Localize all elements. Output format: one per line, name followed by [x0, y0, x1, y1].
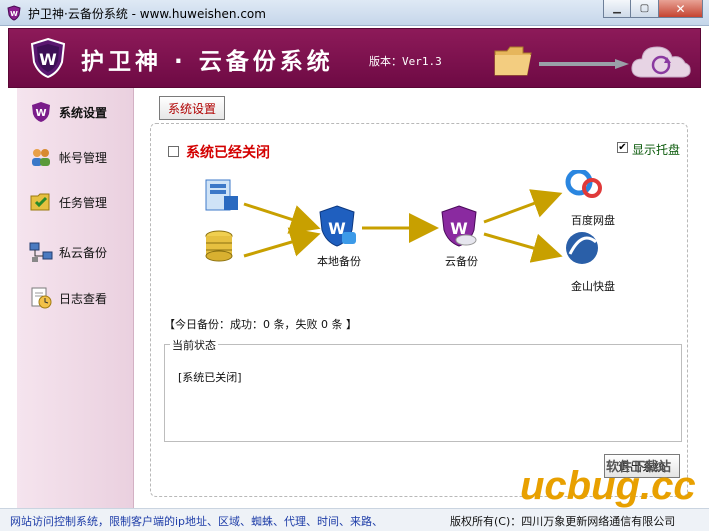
current-status-legend: 当前状态 [170, 337, 218, 353]
header-title: 护卫神 · 云备份系统 [81, 49, 334, 75]
server-icon [205, 179, 238, 211]
sidebar-item-label: 任务管理 [59, 195, 108, 210]
sidebar-item-account-management[interactable]: 帐号管理 [17, 141, 134, 173]
cloud-backup-shield-icon: W [441, 205, 477, 247]
close-icon: ✕ [675, 1, 686, 16]
sidebar-item-label: 日志查看 [59, 291, 108, 306]
version-label: 版本：Ver1.3 [369, 55, 442, 68]
main-panel: 系统设置 系统已经关闭 ✔ 显示托盘 W W 本地备份 云备份 百度网盘 金山快… [134, 88, 701, 508]
arrow-line [483, 232, 563, 263]
cloud-sync-icon [631, 46, 691, 78]
kingsoft-pan-icon [566, 232, 598, 264]
task-folder-icon [30, 193, 50, 211]
log-clock-icon [31, 287, 52, 309]
system-status-title: 系统已经关闭 [186, 145, 270, 161]
today-backup-summary: 【今日备份：成功：0 条，失败 0 条 】 [164, 318, 357, 331]
sidebar-item-task-management[interactable]: 任务管理 [17, 186, 134, 218]
status-bar: 网站访问控制系统，限制客户端的ip地址、区域、蜘蛛、代理、时间、来路、 版权所有… [0, 508, 709, 531]
show-tray-checkbox[interactable]: ✔ [617, 142, 628, 153]
settings-shield-icon: W [32, 102, 50, 122]
sidebar-nav: W 系统设置 帐号管理 任务管理 私云备份 日志查看 [17, 88, 134, 508]
minimize-button[interactable]: ▁ [603, 0, 631, 18]
kingsoft-pan-label: 金山快盘 [571, 280, 615, 293]
ad-link[interactable]: 网站访问控制系统，限制客户端的ip地址、区域、蜘蛛、代理、时间、来路、 [10, 513, 383, 529]
arrow-line [243, 202, 321, 234]
show-tray-label[interactable]: 显示托盘 [632, 141, 680, 158]
sidebar-item-label: 私云备份 [59, 245, 108, 260]
header-banner: W 护卫神 · 云备份系统 版本：Ver1.3 [8, 28, 701, 88]
exit-system-button[interactable]: 退出系统 [604, 454, 680, 478]
minimize-icon: ▁ [613, 3, 621, 14]
arrow-line [243, 227, 321, 258]
cloud-backup-label: 云备份 [445, 255, 478, 268]
current-status-group [164, 344, 682, 442]
app-shield-icon: W [7, 5, 21, 21]
sidebar-item-system-settings[interactable]: W 系统设置 [17, 96, 134, 128]
copyright-text: 版权所有(C)：四川万象更新网络通信有限公司 [450, 515, 676, 528]
tab-system-settings[interactable]: 系统设置 [159, 96, 225, 120]
folder-icon [494, 46, 532, 76]
close-button[interactable]: ✕ [659, 0, 703, 18]
sidebar-item-label: 系统设置 [59, 105, 108, 120]
sidebar-item-label: 帐号管理 [59, 150, 108, 165]
arrow-line [483, 189, 563, 224]
shield-logo-icon: W [30, 37, 66, 79]
arrow-right-icon [539, 59, 629, 69]
current-status-text: [系统已关闭] [178, 371, 242, 384]
system-closed-checkbox[interactable] [168, 146, 179, 157]
local-backup-shield-icon: W [319, 205, 356, 247]
svg-text:W: W [39, 50, 57, 69]
title-bar[interactable]: W 护卫神·云备份系统 - www.huweishen.com ▁ ▢ ✕ [0, 0, 709, 26]
sidebar-item-private-cloud[interactable]: 私云备份 [17, 236, 134, 268]
network-computer-icon [29, 242, 53, 262]
users-icon [32, 149, 50, 166]
maximize-icon: ▢ [639, 3, 650, 14]
svg-text:W: W [35, 108, 46, 119]
local-backup-label: 本地备份 [317, 255, 361, 268]
svg-text:W: W [10, 10, 18, 18]
baidu-pan-icon [565, 170, 602, 198]
window-title: 护卫神·云备份系统 - www.huweishen.com [28, 7, 266, 21]
baidu-pan-label: 百度网盘 [571, 214, 615, 227]
sidebar-item-log-view[interactable]: 日志查看 [17, 282, 134, 314]
maximize-button[interactable]: ▢ [631, 0, 659, 18]
database-icon [205, 230, 233, 262]
